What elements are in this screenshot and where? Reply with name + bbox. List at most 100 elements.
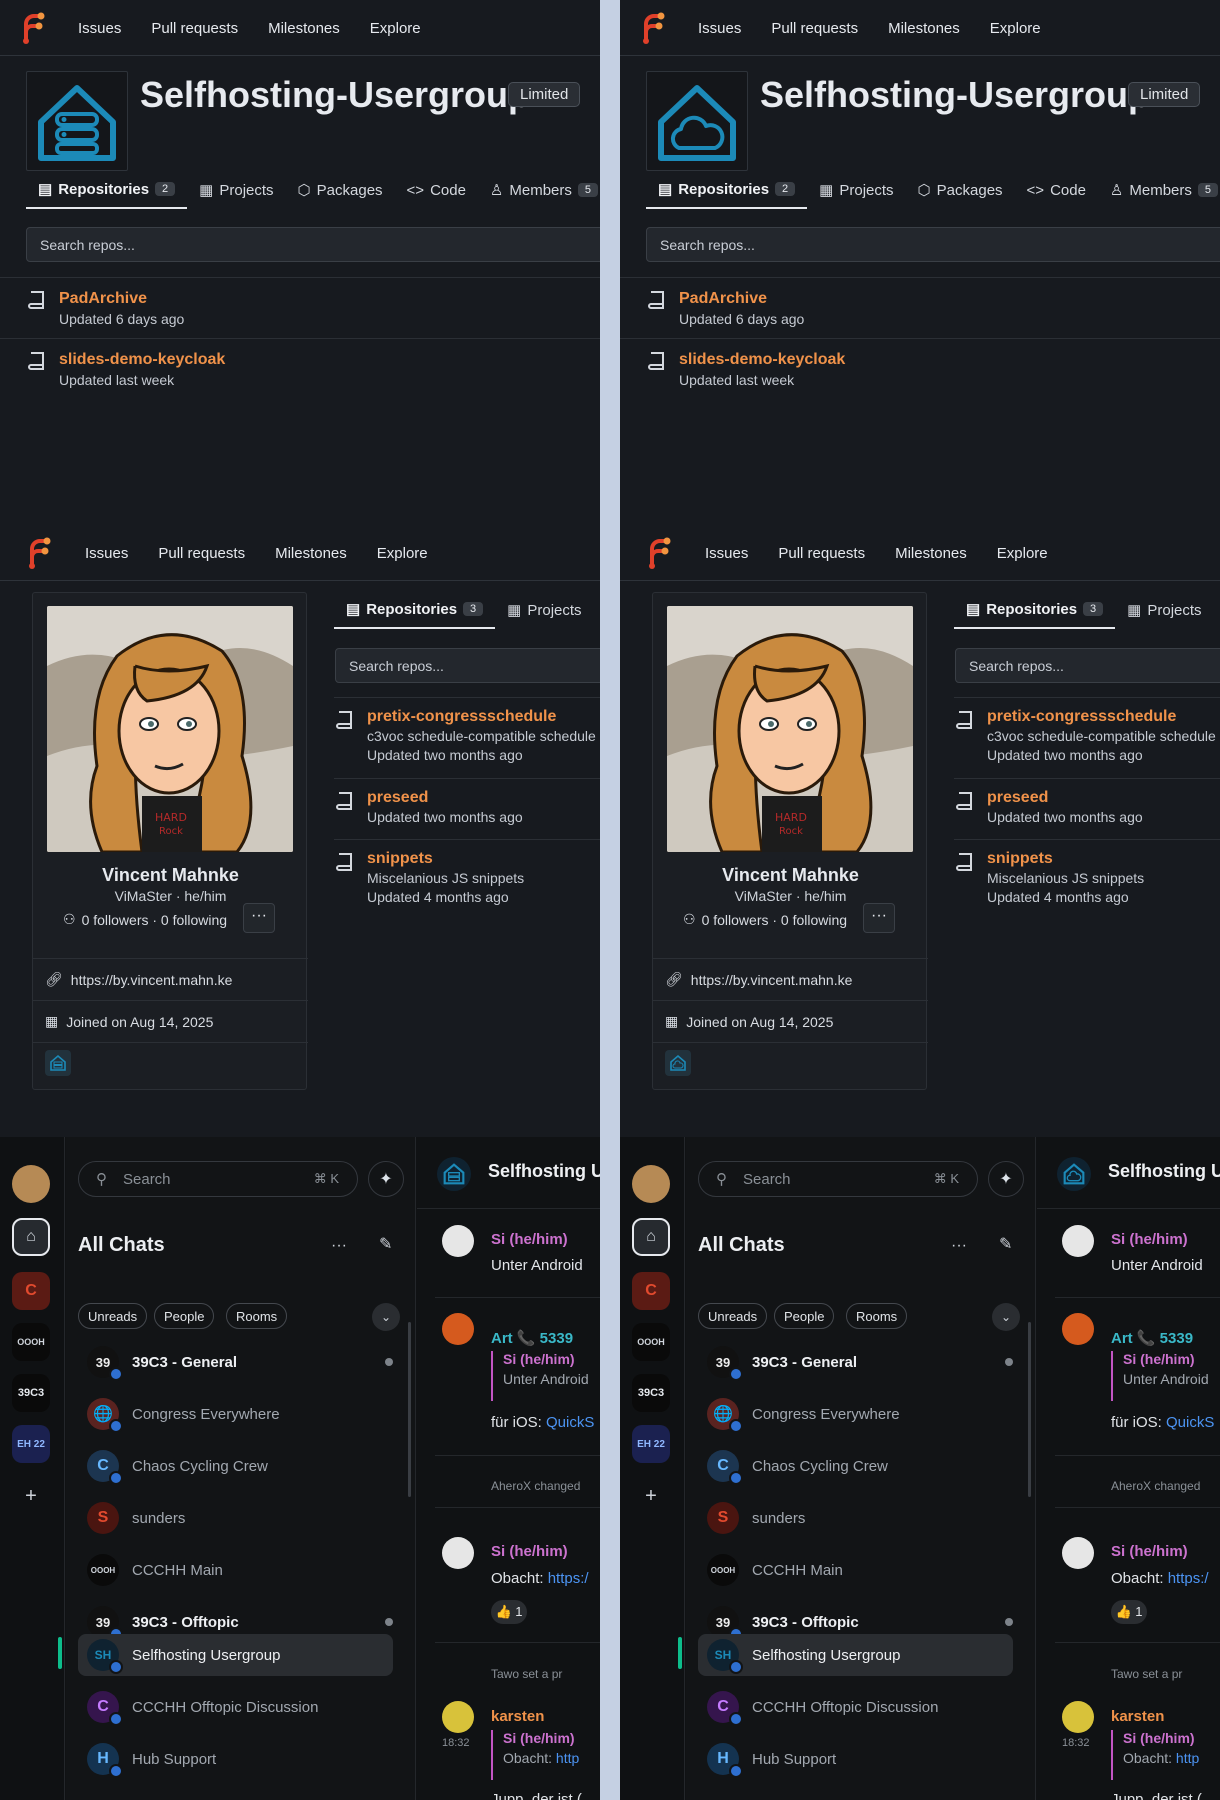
room-item[interactable]: C CCCHH Offtopic Discussion (78, 1685, 393, 1729)
tab-code[interactable]: <> Code (395, 171, 478, 209)
nav-issues[interactable]: Issues (78, 20, 121, 37)
nav-pull-requests[interactable]: Pull requests (778, 545, 865, 562)
nav-milestones[interactable]: Milestones (895, 545, 967, 562)
space-oooh[interactable]: OOOH (632, 1323, 670, 1361)
tab-packages[interactable]: ⬡ Packages (906, 171, 1015, 209)
nav-explore[interactable]: Explore (990, 20, 1041, 37)
tab-members[interactable]: ♙ Members 5 (478, 171, 600, 209)
profile-more-button[interactable]: ··· (243, 903, 275, 933)
followers-link[interactable]: ⚇ 0 followers · 0 following (683, 911, 847, 928)
org-mini-avatar[interactable] (45, 1050, 71, 1076)
tab-projects[interactable]: ▦ Projects (1115, 591, 1213, 629)
room-item-selected[interactable]: SH Selfhosting Usergroup (698, 1634, 1013, 1676)
chat-options-button[interactable]: ··· (951, 1237, 967, 1255)
tab-repositories[interactable]: ▤ Repositories 3 (954, 591, 1116, 629)
sender-avatar[interactable] (442, 1313, 474, 1345)
sender-avatar[interactable] (442, 1225, 474, 1257)
repo-name[interactable]: preseed (987, 789, 1048, 807)
sender-name[interactable]: Art 📞 5339 (491, 1329, 573, 1347)
repo-search-input[interactable]: Search repos... (955, 648, 1220, 683)
sender-avatar[interactable] (1062, 1313, 1094, 1345)
sender-avatar[interactable] (1062, 1225, 1094, 1257)
reply-quote[interactable]: Si (he/him) Unter Android (1111, 1351, 1209, 1401)
sender-name[interactable]: karsten (1111, 1708, 1164, 1725)
forgejo-logo-icon[interactable] (640, 12, 666, 44)
tab-repositories[interactable]: ▤ Repositories 2 (646, 171, 808, 209)
org-mini-avatar[interactable] (665, 1050, 691, 1076)
filter-unreads[interactable]: Unreads (698, 1303, 768, 1329)
reaction-thumbs-up[interactable]: 👍 1 (491, 1600, 527, 1624)
nav-explore[interactable]: Explore (997, 545, 1048, 562)
room-item[interactable]: C Chaos Cycling Crew (698, 1444, 1013, 1488)
room-item-selected[interactable]: SH Selfhosting Usergroup (78, 1634, 393, 1676)
nav-explore[interactable]: Explore (377, 545, 428, 562)
user-avatar[interactable] (12, 1165, 50, 1203)
tab-repositories[interactable]: ▤ Repositories 3 (334, 591, 496, 629)
room-item[interactable]: C CCCHH Offtopic Discussion (698, 1685, 1013, 1729)
repo-name[interactable]: pretix-congressschedule (987, 708, 1176, 726)
nav-milestones[interactable]: Milestones (888, 20, 960, 37)
nav-pull-requests[interactable]: Pull requests (151, 20, 238, 37)
scrollbar[interactable] (1028, 1322, 1031, 1497)
room-item[interactable]: C Chaos Cycling Crew (78, 1444, 393, 1488)
room-item[interactable]: Ssunders (698, 1496, 1013, 1540)
sender-avatar[interactable] (442, 1537, 474, 1569)
tab-packages[interactable]: ⬡ Packages (286, 171, 395, 209)
chat-options-button[interactable]: ··· (331, 1237, 347, 1255)
repo-name[interactable]: preseed (367, 789, 428, 807)
nav-milestones[interactable]: Milestones (268, 20, 340, 37)
filter-people[interactable]: People (154, 1303, 215, 1329)
nav-issues[interactable]: Issues (698, 20, 741, 37)
space-39c3[interactable]: 39C3 (632, 1374, 670, 1412)
repo-search-input[interactable]: Search repos... (26, 227, 600, 262)
repo-name[interactable]: pretix-congressschedule (367, 708, 556, 726)
home-icon[interactable]: ⌂ (12, 1218, 50, 1256)
space-39c3[interactable]: 39C3 (12, 1374, 50, 1412)
filter-unreads[interactable]: Unreads (78, 1303, 148, 1329)
followers-link[interactable]: ⚇ 0 followers · 0 following (63, 911, 227, 928)
tab-repositories[interactable]: ▤ Repositories 2 (26, 171, 188, 209)
reply-quote[interactable]: Si (he/him) Obacht: http (491, 1730, 579, 1780)
space-eh22[interactable]: EH 22 (12, 1425, 50, 1463)
tab-projects[interactable]: ▦ Projects (807, 171, 905, 209)
repo-name[interactable]: slides-demo-keycloak (679, 351, 845, 369)
forgejo-logo-icon[interactable] (20, 12, 46, 44)
sender-name[interactable]: karsten (491, 1708, 544, 1725)
reply-quote[interactable]: Si (he/him) Unter Android (491, 1351, 589, 1401)
tab-projects[interactable]: ▦ Projects (495, 591, 593, 629)
repo-name[interactable]: slides-demo-keycloak (59, 351, 225, 369)
nav-explore[interactable]: Explore (370, 20, 421, 37)
repo-name[interactable]: snippets (987, 850, 1053, 868)
forgejo-logo-icon[interactable] (646, 537, 672, 569)
nav-pull-requests[interactable]: Pull requests (771, 20, 858, 37)
filter-people[interactable]: People (774, 1303, 835, 1329)
nav-pull-requests[interactable]: Pull requests (158, 545, 245, 562)
reaction-thumbs-up[interactable]: 👍 1 (1111, 1600, 1147, 1624)
scrollbar[interactable] (408, 1322, 411, 1497)
profile-website[interactable]: 🔗︎ https://by.vincent.mahn.ke (33, 958, 308, 1000)
nav-milestones[interactable]: Milestones (275, 545, 347, 562)
tab-projects[interactable]: ▦ Projects (187, 171, 285, 209)
space-c[interactable]: C (632, 1272, 670, 1310)
room-item[interactable]: OOOH CCCHH Main (698, 1548, 1013, 1592)
repo-search-input[interactable]: Search repos... (646, 227, 1220, 262)
sender-name[interactable]: Si (he/him) (491, 1231, 568, 1248)
profile-website[interactable]: 🔗︎ https://by.vincent.mahn.ke (653, 958, 928, 1000)
room-item[interactable]: H Hub Support (78, 1737, 393, 1781)
explore-compass-icon[interactable]: ✦ (368, 1161, 404, 1197)
tab-code[interactable]: <> Code (1015, 171, 1098, 209)
space-c[interactable]: C (12, 1272, 50, 1310)
chat-search-input[interactable]: ⚲ Search ⌘ K (78, 1161, 358, 1197)
nav-issues[interactable]: Issues (85, 545, 128, 562)
room-item[interactable]: 🌐 Congress Everywhere (78, 1392, 393, 1436)
nav-issues[interactable]: Issues (705, 545, 748, 562)
add-space-icon[interactable]: + (12, 1477, 50, 1515)
repo-name[interactable]: PadArchive (59, 290, 147, 308)
compose-icon[interactable]: ✎ (999, 1234, 1012, 1254)
room-item[interactable]: OOOH CCCHH Main (78, 1548, 393, 1592)
repo-search-input[interactable]: Search repos... (335, 648, 600, 683)
sender-name[interactable]: Si (he/him) (491, 1543, 568, 1560)
sender-name[interactable]: Art 📞 5339 (1111, 1329, 1193, 1347)
sender-avatar[interactable] (1062, 1701, 1094, 1733)
room-item[interactable]: H Hub Support (698, 1737, 1013, 1781)
